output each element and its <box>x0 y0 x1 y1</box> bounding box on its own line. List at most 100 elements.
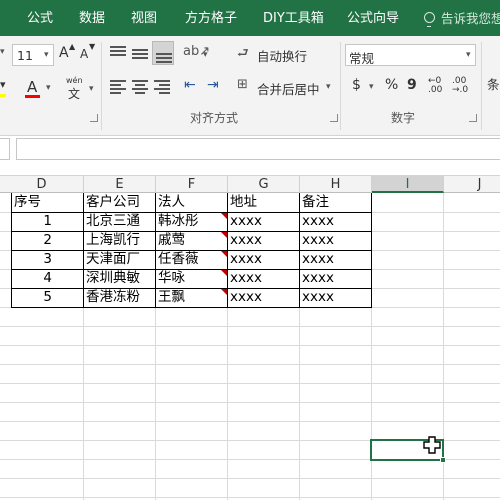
font-size-dropdown[interactable]: 11 ▾ <box>12 44 54 66</box>
table-cell-address[interactable]: xxxx <box>228 288 299 307</box>
table-header-cell[interactable]: 法人 <box>156 193 227 212</box>
comment-indicator[interactable] <box>221 232 227 238</box>
tab-formula-wizard[interactable]: 公式向导 <box>347 0 399 36</box>
ribbon-body: ▾ 11 ▾ A ▲ A ▼ ▾ A ▾ wén 文 ▾ ab↗ ▾ ⮐ 自动换… <box>0 36 500 136</box>
merge-center-button[interactable]: ⊞ 合并后居中 ▾ <box>237 76 335 97</box>
group-separator <box>340 42 341 130</box>
increase-font-size-button[interactable]: A ▲ <box>59 42 75 63</box>
highlight-color-button[interactable]: ▾ <box>0 78 20 98</box>
number-format-dropdown[interactable]: 常规 ▾ <box>345 44 476 66</box>
pinyin-char: 文 <box>68 87 81 101</box>
table-cell-note[interactable]: xxxx <box>300 212 371 231</box>
column-header-i[interactable]: I <box>372 176 444 193</box>
column-headers: D E F G H I J <box>0 176 500 193</box>
chevron-down-icon: ▾ <box>203 50 208 60</box>
increase-decimal-icon: ←0.00 <box>428 76 443 95</box>
down-caret-icon: ▼ <box>89 42 96 51</box>
align-center-icon[interactable] <box>132 80 148 94</box>
comment-indicator[interactable] <box>221 289 227 295</box>
table-cell-company[interactable]: 香港冻粉 <box>84 288 155 307</box>
alignment-dialog-launcher[interactable] <box>330 114 338 122</box>
table-cell-address[interactable]: xxxx <box>228 269 299 288</box>
table-border <box>11 307 372 308</box>
shrink-font-label: A <box>80 47 89 61</box>
comment-indicator[interactable] <box>221 270 227 276</box>
table-cell-note[interactable]: xxxx <box>300 288 371 307</box>
decrease-font-size-button[interactable]: A ▼ <box>80 42 96 63</box>
table-cell-address[interactable]: xxxx <box>228 212 299 231</box>
tab-data[interactable]: 数据 <box>79 0 105 36</box>
font-dialog-launcher[interactable] <box>90 114 98 122</box>
table-cell-company[interactable]: 深圳典敏 <box>84 269 155 288</box>
tab-diy-toolbox[interactable]: DIY工具箱 <box>263 0 324 36</box>
name-box[interactable] <box>0 138 10 160</box>
column-header-d[interactable]: D <box>0 176 84 193</box>
table-cell-no[interactable]: 1 <box>12 212 83 231</box>
table-cell-person[interactable]: 华咏 <box>156 269 227 288</box>
tell-me-box[interactable]: 告诉我您想 <box>441 0 500 36</box>
table-cell-address[interactable]: xxxx <box>228 231 299 250</box>
table-cell-person[interactable]: 韩冰彤 <box>156 212 227 231</box>
table-cell-no[interactable]: 2 <box>12 231 83 250</box>
table-cell-person[interactable]: 王飘 <box>156 288 227 307</box>
comment-indicator[interactable] <box>221 251 227 257</box>
top-align-icon[interactable] <box>110 46 126 60</box>
tab-view[interactable]: 视图 <box>131 0 157 36</box>
ribbon-tab-bar: 公式 数据 视图 方方格子 DIY工具箱 公式向导 告诉我您想 <box>0 0 500 36</box>
table-header-cell[interactable]: 备注 <box>300 193 371 212</box>
table-cell-person[interactable]: 戚莺 <box>156 231 227 250</box>
align-right-icon[interactable] <box>154 80 170 94</box>
table-cell-no[interactable]: 5 <box>12 288 83 307</box>
wrap-text-icon: ⮐ <box>237 46 249 61</box>
phonetic-guide-button[interactable]: wén 文 ▾ <box>62 76 98 101</box>
accounting-format-button[interactable]: $ ▾ <box>352 77 382 97</box>
increase-indent-button[interactable]: ⇥ <box>207 76 227 96</box>
increase-decimal-button[interactable]: ←0.00 <box>428 77 448 97</box>
table-header-cell[interactable]: 序号 <box>12 193 83 212</box>
table-cell-address[interactable]: xxxx <box>228 250 299 269</box>
table-cell-note[interactable]: xxxx <box>300 250 371 269</box>
table-header-cell[interactable]: 客户公司 <box>84 193 155 212</box>
chevron-down-icon: ▾ <box>0 78 6 91</box>
font-color-button[interactable]: A ▾ <box>24 78 54 100</box>
column-header-f[interactable]: F <box>156 176 228 193</box>
tab-formulas[interactable]: 公式 <box>27 0 53 36</box>
align-left-icon[interactable] <box>110 80 126 94</box>
middle-align-icon[interactable] <box>132 46 148 60</box>
formula-input[interactable] <box>16 138 500 160</box>
table-cell-note[interactable]: xxxx <box>300 269 371 288</box>
table-cell-company[interactable]: 天津面厂 <box>84 250 155 269</box>
comment-indicator[interactable] <box>221 213 227 219</box>
table-cell-company[interactable]: 上海凯行 <box>84 231 155 250</box>
fill-handle[interactable] <box>440 457 446 463</box>
table-cell-no[interactable]: 4 <box>12 269 83 288</box>
number-dialog-launcher[interactable] <box>469 114 477 122</box>
column-header-e[interactable]: E <box>84 176 156 193</box>
decrease-decimal-button[interactable]: .00 →.0 <box>452 77 472 97</box>
table-cell-note[interactable]: xxxx <box>300 231 371 250</box>
column-header-h[interactable]: H <box>300 176 372 193</box>
percent-style-button[interactable]: % <box>385 77 401 97</box>
table-cell-no[interactable]: 3 <box>12 250 83 269</box>
decrease-indent-button[interactable]: ⇤ <box>184 76 204 96</box>
comma-style-button[interactable]: 9 <box>407 77 423 97</box>
table-cell-person[interactable]: 任香薇 <box>156 250 227 269</box>
column-header-g[interactable]: G <box>228 176 300 193</box>
table-cell-company[interactable]: 北京三通 <box>84 212 155 231</box>
conditional-format-button[interactable]: 条 <box>487 74 500 93</box>
font-name-dropdown-edge[interactable]: ▾ <box>0 42 8 64</box>
table-header-cell[interactable]: 地址 <box>228 193 299 212</box>
lightbulb-icon <box>424 12 435 27</box>
gridline <box>0 345 500 346</box>
currency-symbol: $ <box>352 77 361 93</box>
gridline <box>0 478 500 479</box>
highlight-color-bar <box>0 94 6 97</box>
bottom-align-button[interactable] <box>152 41 174 65</box>
number-format-value: 常规 <box>349 51 375 66</box>
column-header-j[interactable]: J <box>444 176 500 193</box>
decrease-decimal-icon: .00 →.0 <box>452 76 469 95</box>
gridline <box>0 383 500 384</box>
orientation-button[interactable]: ab↗ ▾ <box>183 44 210 64</box>
wrap-text-button[interactable]: ⮐ 自动换行 <box>237 44 307 64</box>
tab-fangfanggezi[interactable]: 方方格子 <box>185 0 237 36</box>
